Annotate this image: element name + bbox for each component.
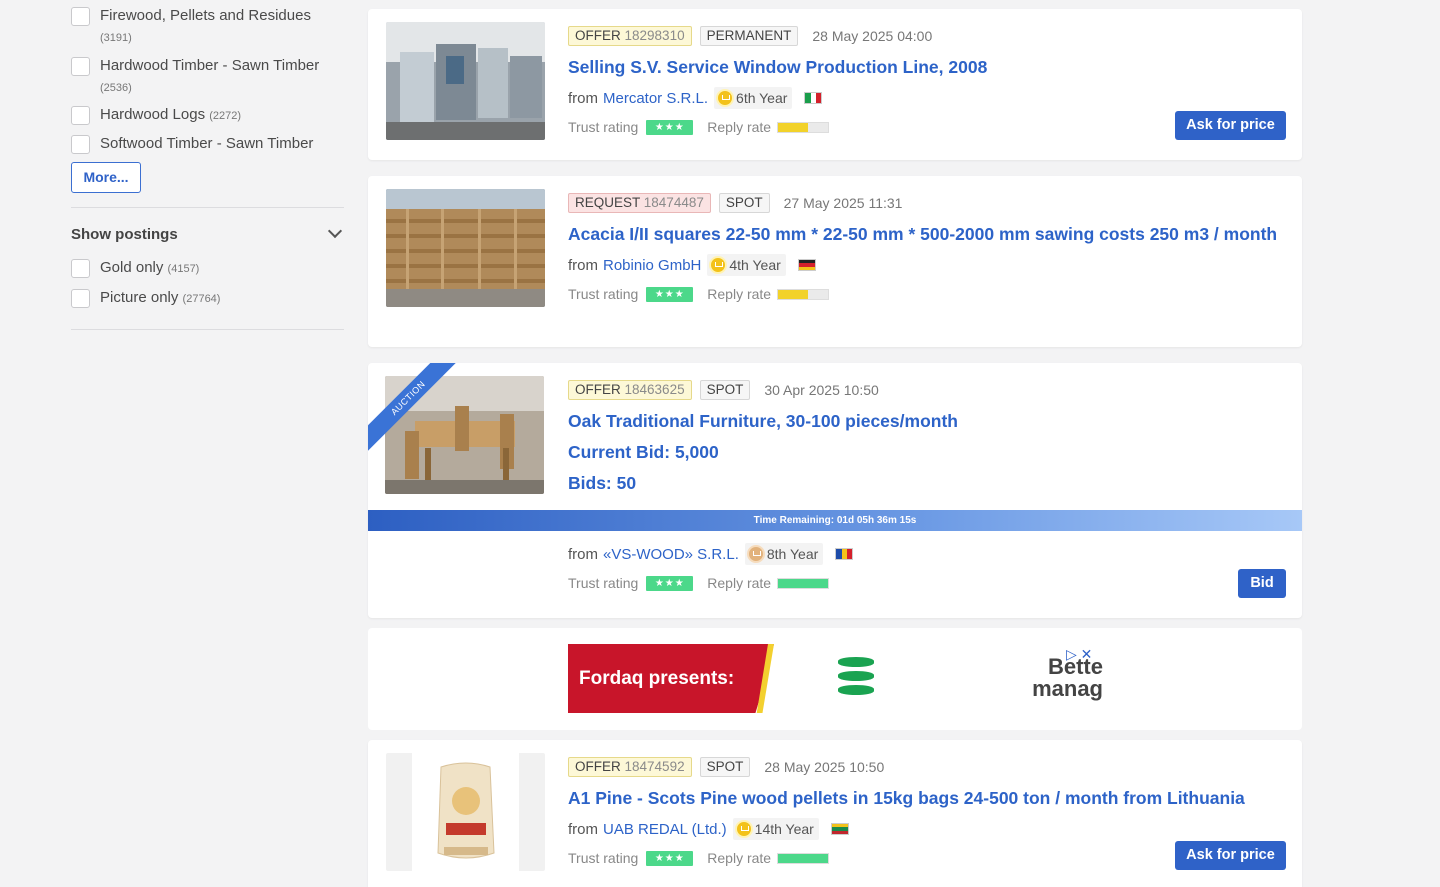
bids-count: Bids: 50 — [568, 473, 637, 493]
filter-count: (4157) — [167, 263, 200, 275]
trust-stars-icon: ★★★ — [646, 850, 694, 866]
reply-rate-bar — [777, 852, 830, 864]
membership-badge: 8th Year — [744, 543, 824, 565]
from-label: from — [568, 256, 598, 274]
listing-title[interactable]: Acacia I/II squares 22-50 mm * 22-50 mm … — [568, 224, 1282, 245]
filter-picture-only[interactable]: Picture only (27764) — [71, 288, 220, 309]
advertisement[interactable]: Fordaq presents: ▷ ✕ Bette manag — [368, 628, 1302, 730]
listing-date: 30 Apr 2025 10:50 — [764, 382, 879, 398]
listing-image[interactable] — [386, 189, 545, 307]
type-tag: SPOT — [718, 193, 770, 213]
reply-rate-label: Reply rate — [707, 286, 772, 302]
show-postings-title: Show postings — [71, 226, 178, 243]
filter-firewood[interactable]: Firewood, Pellets and Residues — [71, 6, 311, 26]
ask-for-price-button[interactable]: Ask for price — [1175, 111, 1286, 140]
company-link[interactable]: UAB REDAL (Ltd.) — [603, 821, 727, 838]
listing-image[interactable] — [386, 22, 545, 140]
bid-button[interactable]: Bid — [1238, 569, 1286, 598]
listing-image[interactable] — [386, 753, 545, 871]
filter-label: Hardwood Timber - Sawn Timber — [100, 57, 320, 74]
filter-softwood-timber[interactable]: Softwood Timber - Sawn Timber — [71, 134, 313, 154]
crown-icon — [716, 89, 735, 107]
company-link[interactable]: «VS-WOOD» S.R.L. — [603, 546, 739, 563]
ask-for-price-button[interactable]: Ask for price — [1175, 841, 1286, 870]
listing-card[interactable]: REQUEST 18474487 SPOT 27 May 2025 11:31 … — [368, 176, 1302, 347]
auction-listing-card[interactable]: AUCTION OFFER 18463625 SPOT 30 Apr 2025 … — [368, 363, 1302, 618]
ad-side-text: Bette manag — [1032, 656, 1103, 701]
crown-icon — [746, 545, 765, 563]
trust-stars-icon: ★★★ — [646, 575, 694, 591]
listing-date: 27 May 2025 11:31 — [783, 195, 903, 211]
from-label: from — [568, 89, 598, 107]
filter-label: Firewood, Pellets and Residues — [100, 7, 311, 24]
filter-count: (2536) — [100, 82, 132, 94]
crown-icon — [734, 820, 753, 838]
filter-label: Hardwood Logs — [100, 106, 206, 123]
chevron-down-icon[interactable] — [327, 223, 343, 239]
filter-count: (3191) — [100, 32, 132, 44]
listing-date: 28 May 2025 04:00 — [812, 28, 933, 44]
germany-flag-icon — [797, 259, 816, 271]
lithuania-flag-icon — [830, 823, 849, 835]
listing-card[interactable]: OFFER 18298310 PERMANENT 28 May 2025 04:… — [368, 9, 1302, 160]
checkbox[interactable] — [71, 259, 90, 278]
trust-rating-label: Trust rating — [568, 575, 639, 591]
checkbox[interactable] — [71, 289, 90, 308]
membership-badge: 4th Year — [707, 254, 786, 276]
membership-badge: 14th Year — [732, 818, 819, 840]
show-postings-header[interactable]: Show postings — [71, 223, 344, 244]
filter-hardwood-logs[interactable]: Hardwood Logs (2272) — [71, 105, 241, 126]
divider — [71, 207, 344, 208]
offer-tag: OFFER 18474592 — [568, 757, 692, 777]
checkbox[interactable] — [71, 57, 90, 76]
request-tag: REQUEST 18474487 — [568, 193, 711, 213]
reply-rate-label: Reply rate — [707, 575, 772, 591]
current-bid: Current Bid: 5,000 — [568, 442, 719, 462]
more-button[interactable]: More... — [71, 162, 141, 193]
type-tag: PERMANENT — [699, 26, 799, 46]
listing-title[interactable]: A1 Pine - Scots Pine wood pellets in 15k… — [568, 788, 1282, 809]
trust-rating-label: Trust rating — [568, 286, 639, 302]
trust-rating-label: Trust rating — [568, 850, 639, 866]
reply-rate-label: Reply rate — [707, 850, 772, 866]
offer-tag: OFFER 18463625 — [568, 380, 692, 400]
trust-rating-label: Trust rating — [568, 119, 639, 135]
italy-flag-icon — [804, 92, 823, 104]
trust-stars-icon: ★★★ — [646, 286, 694, 302]
crown-icon — [709, 256, 728, 274]
from-label: from — [568, 820, 598, 838]
filter-label: Softwood Timber - Sawn Timber — [100, 135, 314, 152]
listing-card[interactable]: OFFER 18474592 SPOT 28 May 2025 10:50 A1… — [368, 740, 1302, 887]
checkbox[interactable] — [71, 135, 90, 154]
company-link[interactable]: Mercator S.R.L. — [603, 90, 708, 107]
listing-date: 28 May 2025 10:50 — [764, 759, 885, 775]
ad-banner-text: Fordaq presents: — [579, 668, 735, 689]
type-tag: SPOT — [699, 757, 751, 777]
listing-title[interactable]: Selling S.V. Service Window Production L… — [568, 57, 1282, 78]
listing-title[interactable]: Oak Traditional Furniture, 30-100 pieces… — [568, 411, 1282, 432]
filter-hardwood-timber[interactable]: Hardwood Timber - Sawn Timber — [71, 56, 319, 76]
membership-badge: 6th Year — [714, 87, 793, 109]
company-link[interactable]: Robinio GmbH — [603, 257, 701, 274]
divider — [71, 329, 344, 330]
reply-rate-bar — [777, 121, 830, 133]
reply-rate-bar — [777, 288, 830, 300]
checkbox[interactable] — [71, 106, 90, 125]
moldova-flag-icon — [835, 548, 854, 560]
filter-label: Picture only — [100, 289, 179, 306]
filter-count: (27764) — [182, 293, 221, 305]
trust-stars-icon: ★★★ — [646, 119, 694, 135]
database-icon — [838, 657, 874, 701]
type-tag: SPOT — [699, 380, 751, 400]
time-remaining-bar: Time Remaining: 01d 05h 36m 15s — [368, 510, 1302, 531]
filter-label: Gold only — [100, 259, 164, 276]
filter-count: (2272) — [209, 110, 242, 122]
from-label: from — [568, 545, 598, 563]
reply-rate-bar — [777, 577, 830, 589]
offer-tag: OFFER 18298310 — [568, 26, 692, 46]
reply-rate-label: Reply rate — [707, 119, 772, 135]
filter-gold-only[interactable]: Gold only (4157) — [71, 258, 199, 279]
checkbox[interactable] — [71, 7, 90, 26]
